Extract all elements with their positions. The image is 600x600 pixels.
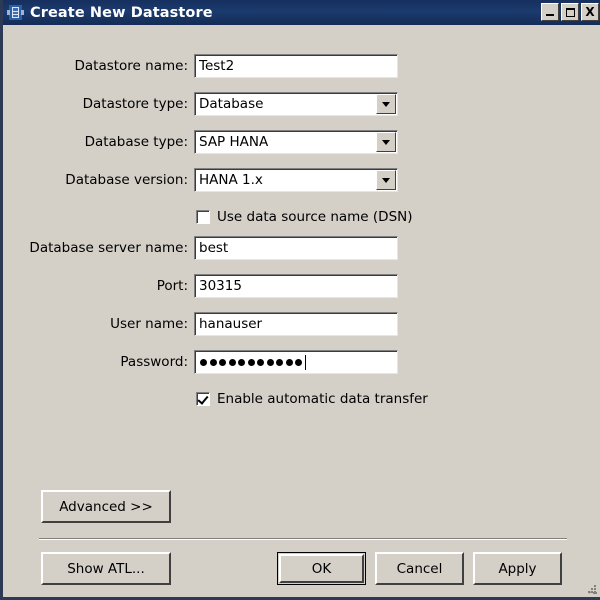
input-database-server-name-value: best <box>199 240 229 256</box>
chevron-down-icon[interactable] <box>376 94 396 114</box>
field-row-password: Password: <box>6 349 600 375</box>
show-atl-button[interactable]: Show ATL... <box>41 552 171 585</box>
label-datastore-name: Datastore name: <box>74 58 188 74</box>
checkbox-label-enable-automatic-data-transfer: Enable automatic data transfer <box>217 391 428 407</box>
label-port: Port: <box>156 278 188 294</box>
input-port-value: 30315 <box>199 278 242 294</box>
maximize-button[interactable] <box>561 3 579 21</box>
field-row-database-version: Database version: HANA 1.x <box>6 167 600 193</box>
field-row-datastore-name: Datastore name: Test2 <box>6 53 600 79</box>
text-caret <box>305 354 306 370</box>
window-title: Create New Datastore <box>30 4 213 21</box>
advanced-button-label: Advanced >> <box>59 498 153 515</box>
select-datastore-type-value: Database <box>199 96 264 112</box>
advanced-button[interactable]: Advanced >> <box>41 490 171 523</box>
input-database-server-name[interactable]: best <box>194 236 398 260</box>
label-password: Password: <box>120 354 188 370</box>
close-button[interactable]: X <box>581 3 599 21</box>
label-datastore-type: Datastore type: <box>82 96 188 112</box>
datastore-icon <box>7 4 24 21</box>
apply-button[interactable]: Apply <box>473 552 562 585</box>
input-port[interactable]: 30315 <box>194 274 398 298</box>
field-row-datastore-type: Datastore type: Database <box>6 91 600 117</box>
checkbox-enable-automatic-data-transfer[interactable] <box>196 392 210 406</box>
checkbox-row-auto-transfer: Enable automatic data transfer <box>6 388 600 410</box>
dialog-body: Datastore name: Test2 Datastore type: Da… <box>6 25 600 597</box>
input-password-masked-value <box>199 358 302 366</box>
minimize-icon <box>546 14 554 16</box>
input-user-name-value: hanauser <box>199 316 263 332</box>
title-bar[interactable]: Create New Datastore X <box>3 0 600 25</box>
checkbox-row-dsn: Use data source name (DSN) <box>6 206 600 228</box>
input-datastore-name-value: Test2 <box>199 58 235 74</box>
label-database-server-name: Database server name: <box>29 240 188 256</box>
input-user-name[interactable]: hanauser <box>194 312 398 336</box>
label-database-type: Database type: <box>84 134 188 150</box>
show-atl-button-label: Show ATL... <box>67 560 145 577</box>
input-password[interactable] <box>194 350 398 374</box>
maximize-icon <box>565 7 575 17</box>
select-datastore-type[interactable]: Database <box>194 92 398 116</box>
chevron-down-icon[interactable] <box>376 170 396 190</box>
window-controls: X <box>541 3 599 21</box>
separator-top <box>39 538 567 540</box>
field-row-database-server-name: Database server name: best <box>6 235 600 261</box>
field-row-user-name: User name: hanauser <box>6 311 600 337</box>
field-row-database-type: Database type: SAP HANA <box>6 129 600 155</box>
select-database-version-value: HANA 1.x <box>199 172 263 188</box>
label-database-version: Database version: <box>65 172 188 188</box>
dialog-window: Create New Datastore X Datastore name: T… <box>0 0 600 600</box>
apply-button-label: Apply <box>498 560 537 577</box>
ok-button[interactable]: OK <box>277 552 366 585</box>
checkbox-label-use-data-source-name: Use data source name (DSN) <box>217 209 413 225</box>
cancel-button-label: Cancel <box>396 560 443 577</box>
minimize-button[interactable] <box>541 3 559 21</box>
ok-button-label: OK <box>311 560 332 577</box>
field-row-port: Port: 30315 <box>6 273 600 299</box>
input-datastore-name[interactable]: Test2 <box>194 54 398 78</box>
close-icon: X <box>585 5 595 19</box>
select-database-type-value: SAP HANA <box>199 134 269 150</box>
checkbox-use-data-source-name[interactable] <box>196 210 210 224</box>
select-database-type[interactable]: SAP HANA <box>194 130 398 154</box>
label-user-name: User name: <box>110 316 188 332</box>
select-database-version[interactable]: HANA 1.x <box>194 168 398 192</box>
cancel-button[interactable]: Cancel <box>375 552 464 585</box>
chevron-down-icon[interactable] <box>376 132 396 152</box>
resize-grip[interactable] <box>584 581 598 595</box>
